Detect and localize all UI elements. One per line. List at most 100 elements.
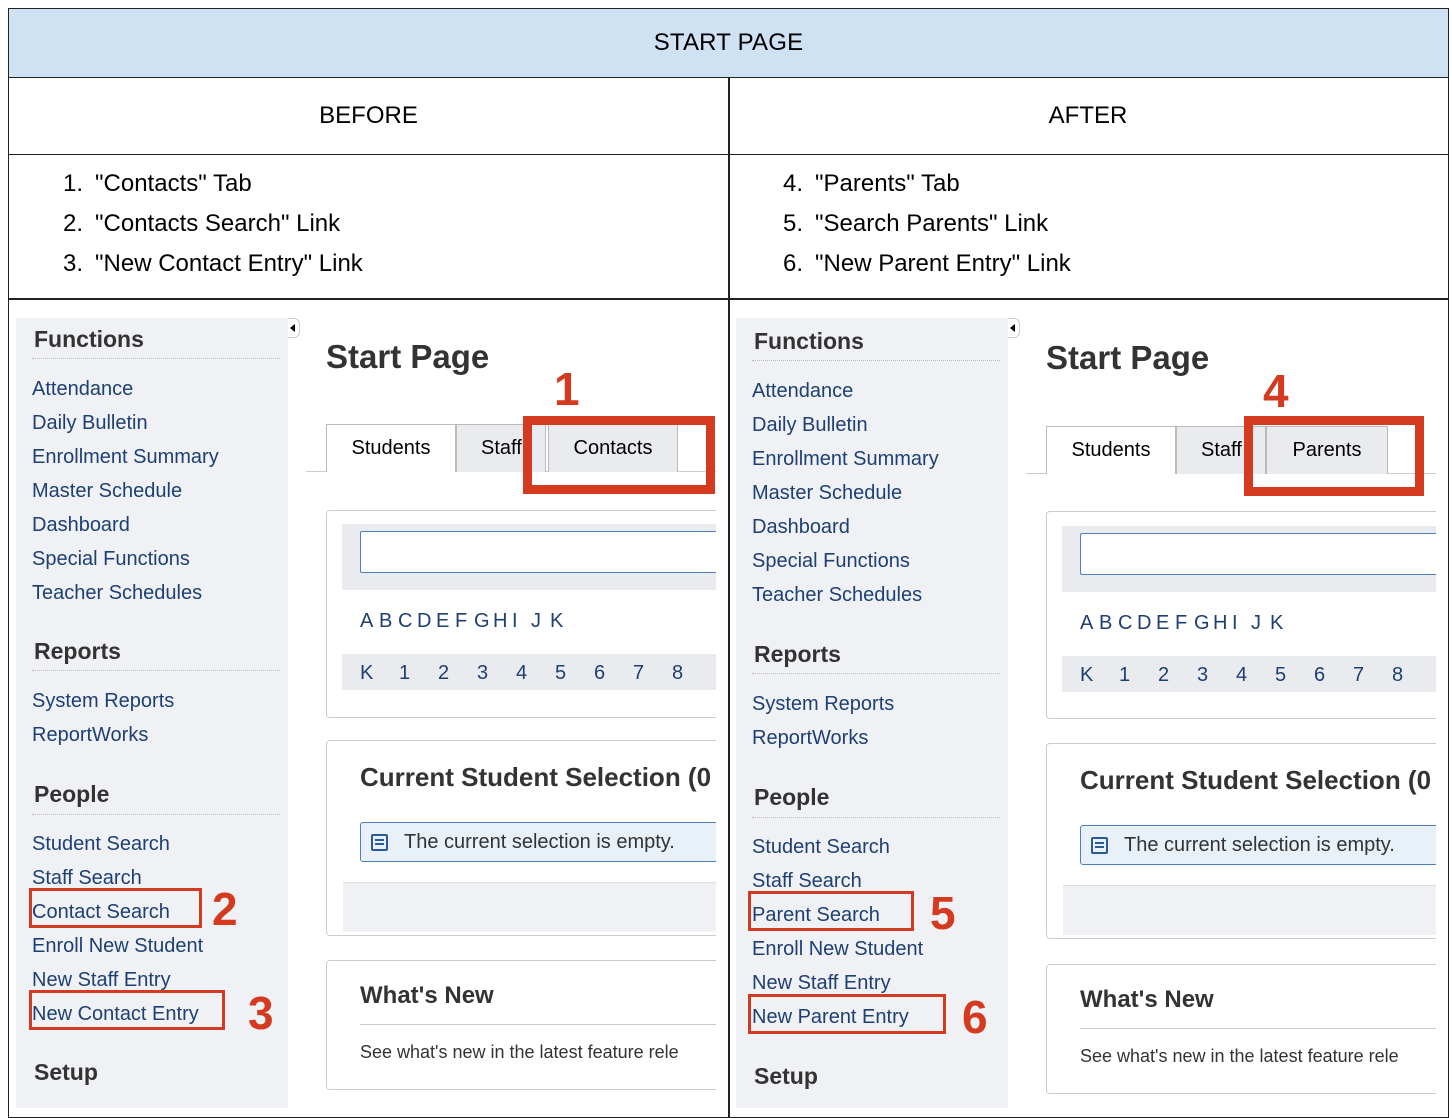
after-screenshot: Functions Attendance Daily Bulletin Enro… (736, 310, 1436, 1110)
sidebar-item-enrollment-summary[interactable]: Enrollment Summary (752, 448, 939, 471)
grade-link[interactable]: 8 (672, 662, 711, 685)
sidebar-item-reportworks[interactable]: ReportWorks (752, 727, 868, 750)
row-divider (9, 298, 1448, 300)
callout-number: 3 (248, 987, 274, 1039)
grade-link[interactable]: 3 (1197, 664, 1236, 687)
sidebar-item-special-functions[interactable]: Special Functions (32, 548, 190, 571)
callout-number: 5 (930, 887, 956, 939)
whats-new-title: What's New (360, 982, 494, 1009)
sidebar-item-enroll-new-student[interactable]: Enroll New Student (752, 938, 923, 961)
letter-link[interactable]: F (455, 610, 474, 633)
grade-link[interactable]: K (1080, 664, 1119, 687)
before-screenshot: Functions Attendance Daily Bulletin Enro… (16, 310, 716, 1110)
grade-link[interactable]: 1 (1119, 664, 1158, 687)
sidebar-item-enrollment-summary[interactable]: Enrollment Summary (32, 446, 219, 469)
grade-link[interactable]: K (360, 662, 399, 685)
letter-link[interactable]: F (1175, 612, 1194, 635)
people-heading: People (754, 784, 830, 810)
current-selection-title: Current Student Selection (0 (360, 762, 712, 792)
tab-students[interactable]: Students (1046, 426, 1176, 474)
sidebar-item-master-schedule[interactable]: Master Schedule (32, 480, 182, 503)
sidebar-item-dashboard[interactable]: Dashboard (32, 514, 130, 537)
collapse-sidebar-icon[interactable] (288, 318, 300, 338)
letter-link[interactable]: A (1080, 612, 1099, 635)
whats-new-panel (1046, 964, 1436, 1094)
sidebar-item-teacher-schedules[interactable]: Teacher Schedules (32, 582, 202, 605)
grade-link[interactable]: 4 (516, 662, 555, 685)
grade-link[interactable]: 3 (477, 662, 516, 685)
grade-link[interactable]: 5 (555, 662, 594, 685)
letter-link[interactable]: H (1213, 612, 1232, 635)
sidebar-item-reportworks[interactable]: ReportWorks (32, 724, 148, 747)
letter-link[interactable]: D (1137, 612, 1156, 635)
grade-link[interactable]: 6 (1314, 664, 1353, 687)
letter-link[interactable]: I (512, 610, 531, 633)
grade-link[interactable]: 7 (633, 662, 672, 685)
tab-students[interactable]: Students (326, 424, 456, 472)
grade-link[interactable]: 8 (1392, 664, 1431, 687)
highlight-parent-search (748, 891, 914, 931)
message-icon (371, 833, 388, 851)
sidebar-item-staff-search[interactable]: Staff Search (752, 870, 862, 893)
letter-link[interactable]: H (493, 610, 512, 633)
sidebar-item-special-functions[interactable]: Special Functions (752, 550, 910, 573)
sidebar-item-staff-search[interactable]: Staff Search (32, 867, 142, 890)
table-title: START PAGE (9, 9, 1448, 78)
letter-link[interactable]: J (531, 610, 550, 633)
sidebar-item-daily-bulletin[interactable]: Daily Bulletin (752, 414, 868, 437)
callout-number: 6 (962, 991, 988, 1043)
setup-heading: Setup (34, 1059, 98, 1085)
letter-link[interactable]: C (398, 610, 417, 633)
sidebar-item-daily-bulletin[interactable]: Daily Bulletin (32, 412, 148, 435)
whats-new-text: See what's new in the latest feature rel… (1080, 1046, 1399, 1066)
grade-link[interactable]: 6 (594, 662, 633, 685)
student-search-input[interactable] (360, 531, 716, 573)
collapse-sidebar-icon[interactable] (1008, 318, 1020, 338)
sidebar-item-system-reports[interactable]: System Reports (32, 690, 174, 713)
current-selection-title: Current Student Selection (0 (1080, 765, 1432, 795)
grade-filter: K12345678 (1080, 664, 1431, 687)
letter-link[interactable]: I (1232, 612, 1251, 635)
grade-link[interactable]: 2 (438, 662, 477, 685)
letter-link[interactable]: B (379, 610, 398, 633)
letter-link[interactable]: E (1156, 612, 1175, 635)
letter-link[interactable]: C (1118, 612, 1137, 635)
highlight-contacts-tab (523, 416, 715, 494)
sidebar-item-new-staff-entry[interactable]: New Staff Entry (752, 972, 891, 995)
letter-link[interactable]: B (1099, 612, 1118, 635)
sidebar-item-new-staff-entry[interactable]: New Staff Entry (32, 969, 171, 992)
grade-link[interactable]: 4 (1236, 664, 1275, 687)
sidebar-item-master-schedule[interactable]: Master Schedule (752, 482, 902, 505)
grade-link[interactable]: 7 (1353, 664, 1392, 687)
callout-number: 1 (554, 363, 580, 415)
sidebar-item-attendance[interactable]: Attendance (32, 378, 133, 401)
sidebar-item-enroll-new-student[interactable]: Enroll New Student (32, 935, 203, 958)
grade-link[interactable]: 1 (399, 662, 438, 685)
before-steps-list: 1. "Contacts" Tab 2. "Contacts Search" Lin… (49, 166, 363, 286)
sidebar-item-dashboard[interactable]: Dashboard (752, 516, 850, 539)
list-item: 1. "Contacts" Tab (62, 170, 252, 197)
highlight-parents-tab (1244, 416, 1424, 496)
letter-link[interactable]: E (436, 610, 455, 633)
letter-link[interactable]: A (360, 610, 379, 633)
list-item: 6. "New Parent Entry" Link (782, 250, 1071, 277)
grade-link[interactable]: 2 (1158, 664, 1197, 687)
sidebar-item-attendance[interactable]: Attendance (752, 380, 853, 403)
letter-link[interactable]: K (1270, 612, 1289, 635)
sidebar-item-student-search[interactable]: Student Search (32, 833, 170, 856)
grade-link[interactable]: 5 (1275, 664, 1314, 687)
sidebar-item-student-search[interactable]: Student Search (752, 836, 890, 859)
student-search-input[interactable] (1080, 533, 1436, 575)
whats-new-text: See what's new in the latest feature rel… (360, 1042, 679, 1062)
letter-link[interactable]: D (417, 610, 436, 633)
letter-link[interactable]: J (1251, 612, 1270, 635)
page-title: Start Page (1046, 339, 1210, 376)
sidebar-item-teacher-schedules[interactable]: Teacher Schedules (752, 584, 922, 607)
sidebar-item-system-reports[interactable]: System Reports (752, 693, 894, 716)
whats-new-title: What's New (1080, 986, 1214, 1013)
highlight-new-parent-entry (748, 994, 946, 1034)
letter-link[interactable]: G (1194, 612, 1213, 635)
list-item: 2. "Contacts Search" Link (62, 210, 341, 237)
letter-link[interactable]: G (474, 610, 493, 633)
letter-link[interactable]: K (550, 610, 569, 633)
